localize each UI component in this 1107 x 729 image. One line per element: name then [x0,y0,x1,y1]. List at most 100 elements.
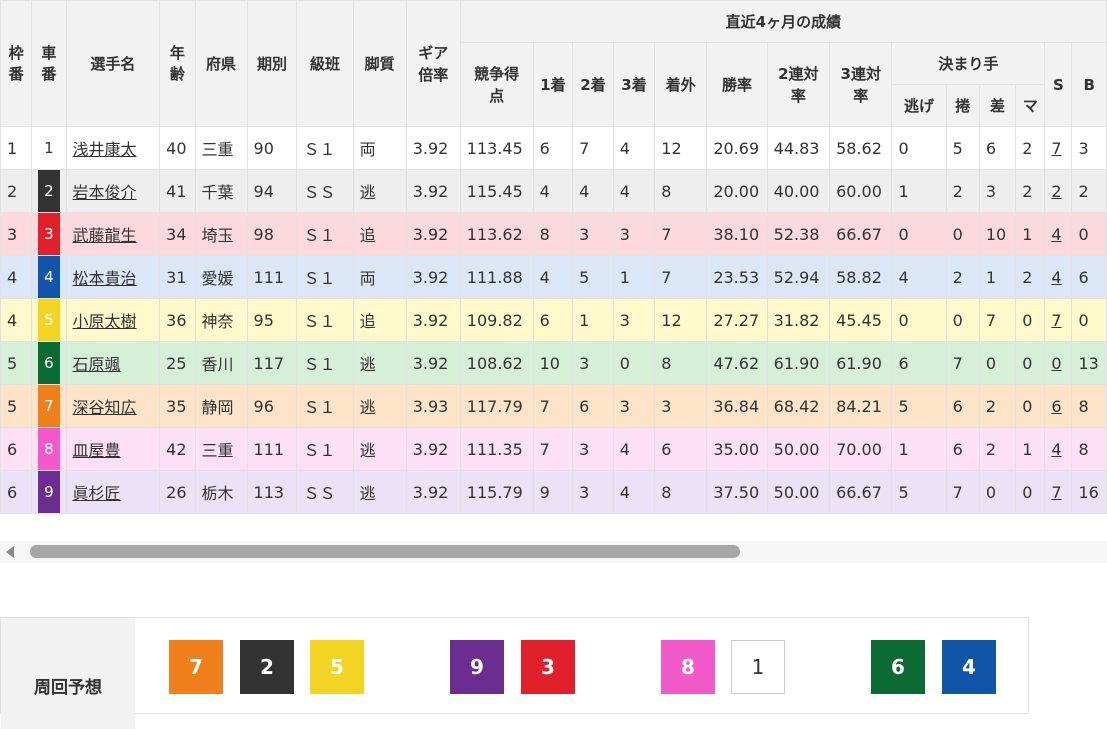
cell-r2: 68.42 [766,384,831,428]
header-leg: 脚質 [352,0,407,127]
waku-cell: 1 [0,126,33,170]
header-b: B [1071,42,1107,127]
cell-f2: 3 [572,427,614,471]
cell-cls: Ｓ１ [296,427,354,471]
cell-pref: 愛媛 [194,255,248,299]
cell-age: 31 [159,255,196,299]
cell-leg: 逃 [352,169,407,213]
cell-pref: 静岡 [194,384,248,428]
waku-cell: 4 [0,298,33,342]
cell-mark: 2 [1015,169,1046,213]
cell-term: 111 [246,427,298,471]
waku-cell: 5 [0,384,33,428]
cell-nige: 1 [891,169,947,213]
racer-name-link[interactable]: 岩本俊介 [73,183,137,202]
s-count-link[interactable]: 6 [1051,397,1061,416]
header-third: 3着 [612,42,656,127]
cell-f2: 4 [572,169,614,213]
cell-fo: 8 [654,470,708,514]
racer-name-link[interactable]: 松本貴治 [73,269,137,288]
cell-age: 26 [159,470,196,514]
racer-name-cell: 深谷知広 [65,384,161,428]
prediction-car-box: 3 [521,640,575,694]
racer-name-cell: 眞杉匠 [65,470,161,514]
cell-win: 20.00 [706,169,768,213]
cell-nige: 5 [891,384,947,428]
s-count-link[interactable]: 0 [1051,354,1061,373]
prediction-car-box: 1 [731,640,785,694]
cell-s: 0 [1044,341,1073,385]
cell-f3: 3 [612,212,656,256]
cell-mark: 2 [1015,255,1046,299]
cell-term: 117 [246,341,298,385]
racer-name-link[interactable]: 皿屋豊 [73,441,121,460]
cell-nige: 6 [891,341,947,385]
cell-b: 8 [1071,427,1107,471]
cell-nige: 0 [891,212,947,256]
racer-name-link[interactable]: 浅井康太 [73,140,137,159]
cell-score: 113.62 [459,212,534,256]
car-number-cell: 6 [31,341,67,385]
cell-cls: Ｓ１ [296,341,354,385]
s-count-link[interactable]: 7 [1051,483,1061,502]
cell-f3: 1 [612,255,656,299]
cell-f2: 3 [572,470,614,514]
cell-sashi: 3 [978,169,1017,213]
cell-nige: 1 [891,427,947,471]
car-number-cell: 1 [31,126,67,170]
cell-score: 111.88 [459,255,534,299]
cell-b: 2 [1071,169,1107,213]
cell-pref: 千葉 [194,169,248,213]
cell-term: 96 [246,384,298,428]
cell-s: 4 [1044,212,1073,256]
cell-f3: 3 [612,384,656,428]
cell-nige: 5 [891,470,947,514]
header-recent: 直近4ヶ月の成績 [459,0,1107,43]
cell-cls: Ｓ１ [296,384,354,428]
cell-fo: 3 [654,384,708,428]
cell-sashi: 1 [978,255,1017,299]
s-count-link[interactable]: 4 [1051,268,1061,287]
cell-age: 41 [159,169,196,213]
racer-name-link[interactable]: 石原颯 [73,355,121,374]
cell-r3: 66.67 [829,212,893,256]
waku-cell: 2 [0,169,33,213]
car-number-cell: 4 [31,255,67,299]
s-count-link[interactable]: 7 [1051,139,1061,158]
car-number-badge: 9 [37,471,60,513]
cell-leg: 追 [352,212,407,256]
s-count-link[interactable]: 4 [1051,225,1061,244]
racer-name-link[interactable]: 深谷知広 [73,398,137,417]
cell-age: 36 [159,298,196,342]
racer-name-link[interactable]: 武藤龍生 [73,226,137,245]
cell-s: 7 [1044,126,1073,170]
cell-gear: 3.92 [405,298,461,342]
cell-nige: 4 [891,255,947,299]
racer-name-link[interactable]: 小原太樹 [73,312,137,331]
cell-age: 42 [159,427,196,471]
scrollbar-thumb[interactable] [30,545,740,558]
cell-r2: 31.82 [766,298,831,342]
header-outside: 着外 [654,42,708,127]
s-count-link[interactable]: 7 [1051,311,1061,330]
racer-name-cell: 小原太樹 [65,298,161,342]
car-number-badge: 7 [37,385,60,427]
cell-r3: 70.00 [829,427,893,471]
header-s: S [1044,42,1073,127]
cell-f2: 3 [572,212,614,256]
cell-makuri: 5 [945,126,980,170]
cell-cls: ＳＳ [296,169,354,213]
s-count-link[interactable]: 2 [1051,182,1061,201]
cell-makuri: 7 [945,341,980,385]
cell-nige: 0 [891,298,947,342]
cell-r2: 50.00 [766,470,831,514]
car-number-badge: 5 [37,299,60,341]
racer-row: 5 7 深谷知広 35 静岡 96 Ｓ１ 逃 3.93 117.79 7 6 3 3 36.84 68.42 8… [0,384,1107,428]
header-first: 1着 [532,42,574,127]
cell-sashi: 2 [978,427,1017,471]
racer-name-link[interactable]: 眞杉匠 [73,484,121,503]
s-count-link[interactable]: 4 [1051,440,1061,459]
cell-f1: 4 [532,169,574,213]
cell-makuri: 6 [945,384,980,428]
scroll-left-arrow-icon[interactable] [6,546,14,558]
